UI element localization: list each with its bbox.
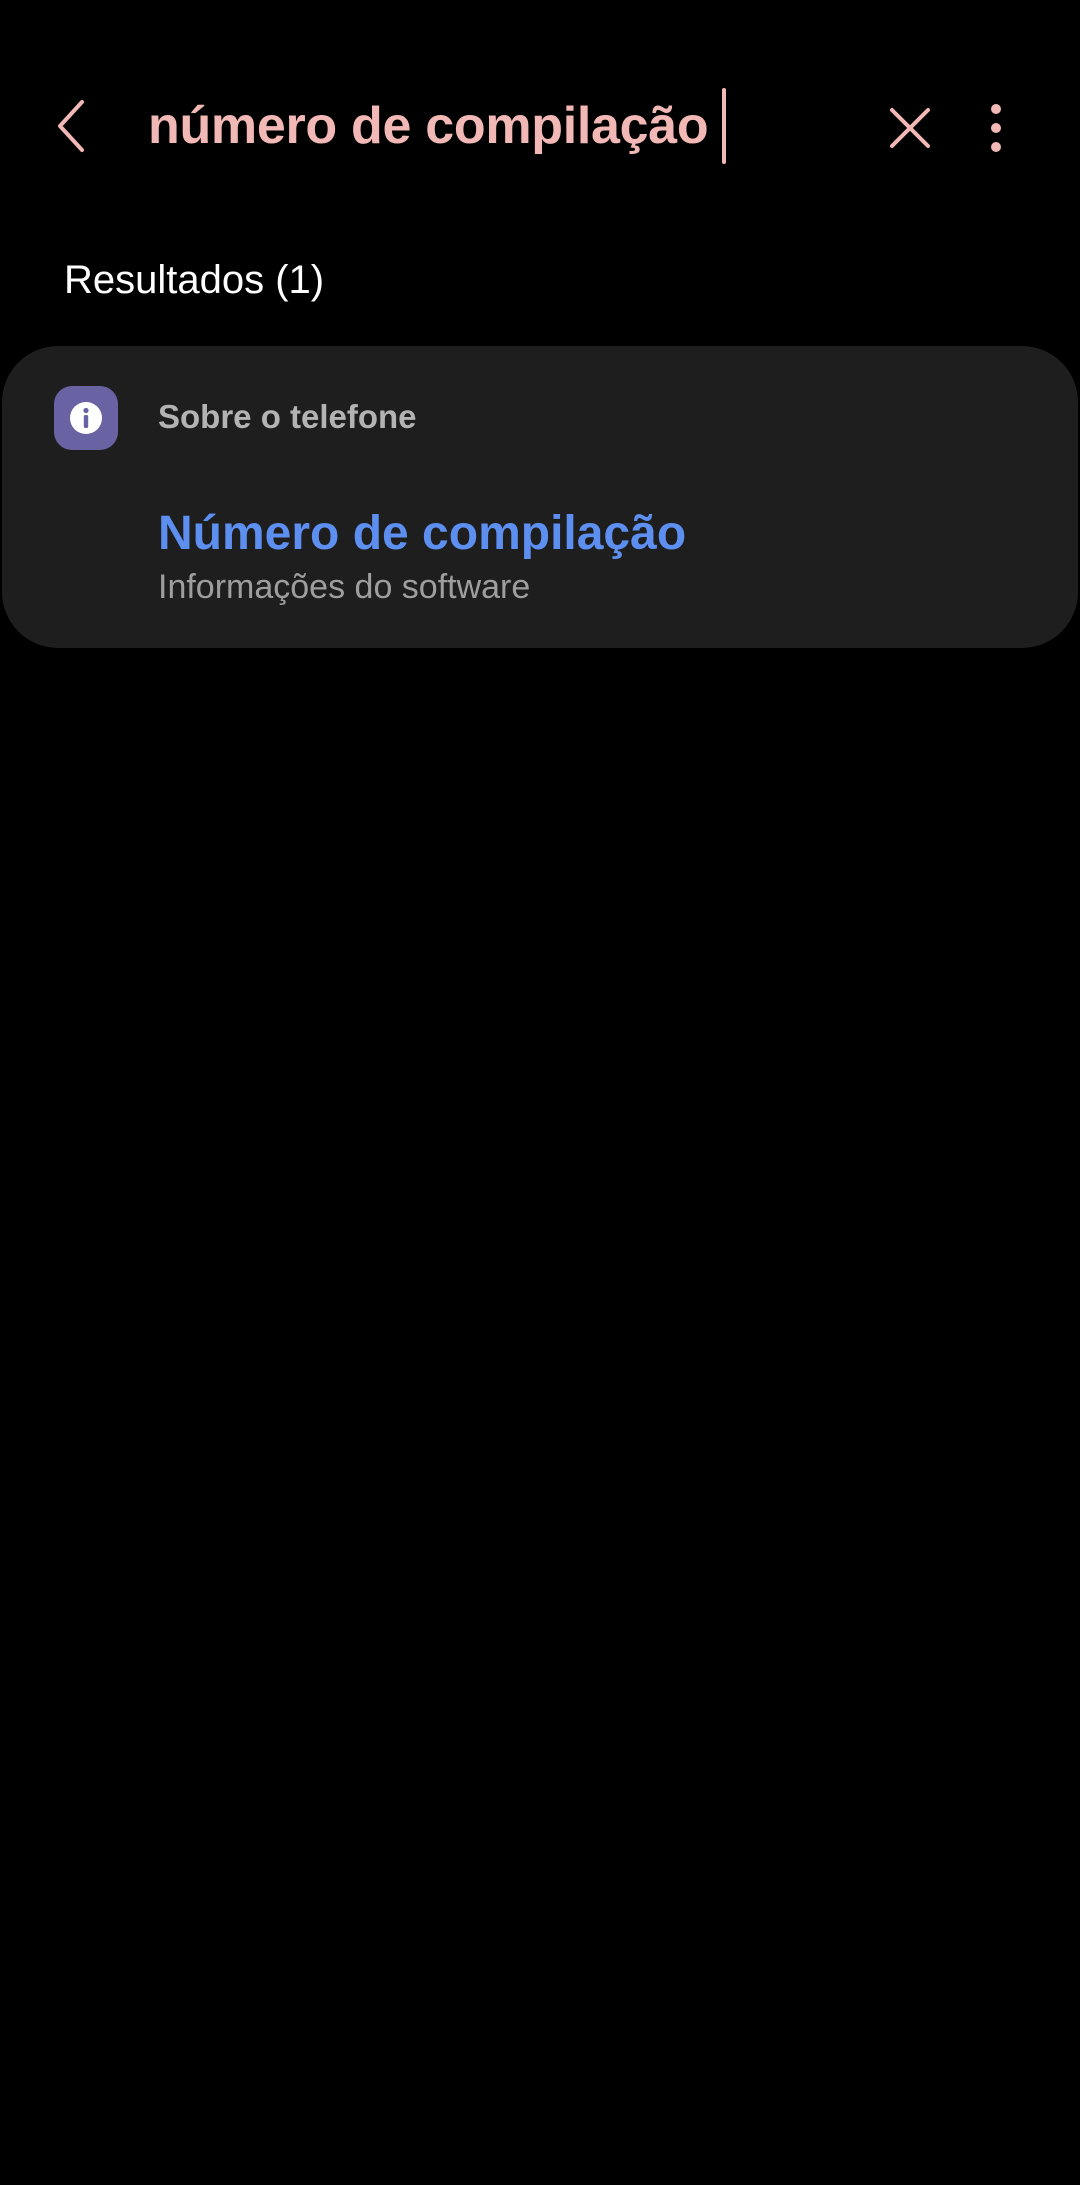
more-vertical-icon: [991, 104, 1001, 152]
text-cursor: [722, 88, 727, 164]
category-icon-badge: [54, 386, 118, 450]
close-icon: [890, 108, 930, 148]
search-input[interactable]: número de compilação: [148, 82, 727, 170]
result-category-label: Sobre o telefone: [158, 398, 417, 435]
clear-search-button[interactable]: [872, 90, 948, 166]
search-query-text: número de compilação: [148, 97, 709, 155]
search-bar: número de compilação: [0, 0, 1080, 260]
result-subtitle: Informações do software: [158, 568, 531, 606]
search-result-item[interactable]: Sobre o telefone Número de compilação In…: [2, 346, 1078, 648]
info-icon: [70, 402, 102, 434]
results-count-header: Resultados (1): [64, 258, 325, 302]
result-title: Número de compilação: [158, 507, 687, 560]
chevron-left-icon: [58, 100, 84, 152]
back-button[interactable]: [34, 88, 110, 164]
more-options-button[interactable]: [958, 90, 1034, 166]
